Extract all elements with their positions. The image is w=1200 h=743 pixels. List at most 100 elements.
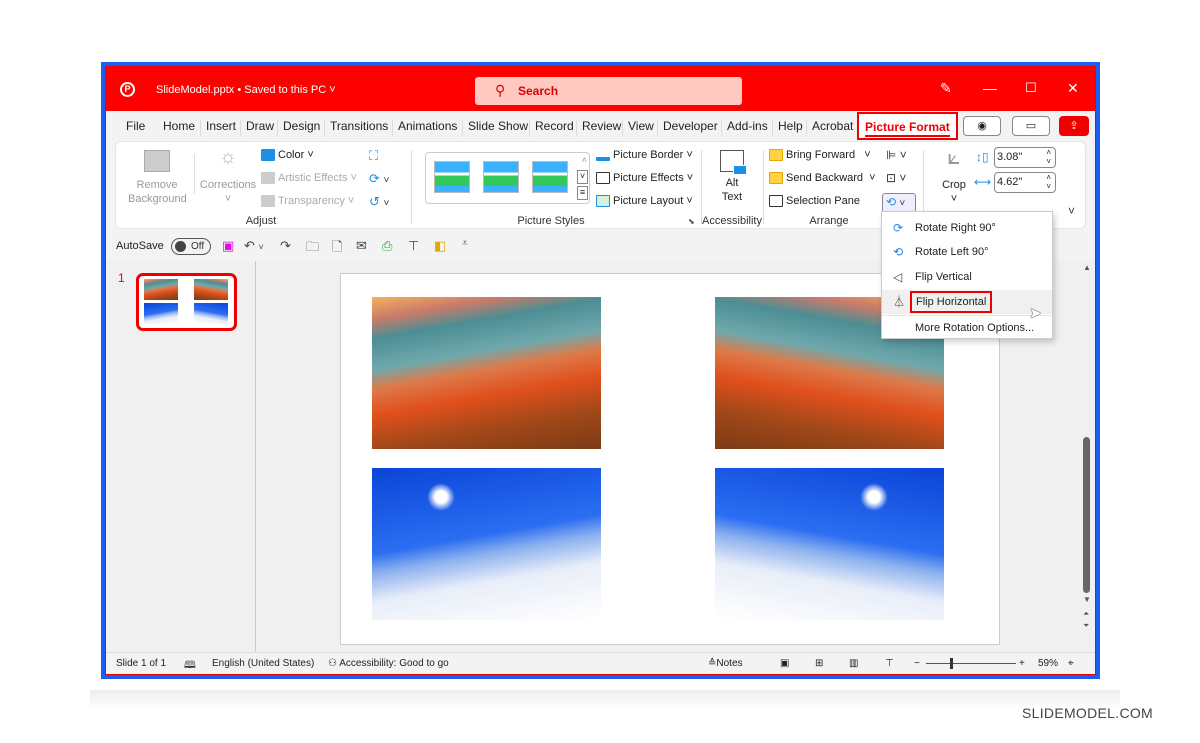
save-icon[interactable]: ▣ — [222, 238, 234, 254]
menu-item-rotate-left[interactable]: ⟲ Rotate Left 90° — [882, 240, 1052, 264]
redo-icon[interactable]: ↷ — [280, 238, 291, 254]
spinner-icon[interactable]: ˄ ˅ — [1046, 148, 1051, 166]
tab-review[interactable]: Review — [576, 119, 626, 137]
crop-button[interactable]: ⟀ Crop ˅ — [934, 144, 974, 206]
rotate-button[interactable]: ⟲ ˅ — [882, 193, 916, 213]
tab-add-ins[interactable]: Add-ins — [721, 119, 773, 137]
customize-qat-icon[interactable]: ⩡ — [462, 238, 468, 249]
close-button[interactable]: ✕ — [1067, 80, 1079, 97]
thumb-image-beach — [144, 279, 178, 300]
email-icon[interactable]: ✉ — [356, 238, 367, 254]
send-backward-button[interactable]: Send Backward ˅ — [769, 172, 876, 185]
zoom-slider-thumb[interactable] — [950, 658, 953, 669]
group-objects-button[interactable]: ⊡ ˅ — [886, 171, 906, 185]
zoom-level[interactable]: 59% — [1038, 658, 1058, 669]
tab-slide-show[interactable]: Slide Show — [462, 119, 533, 137]
fit-to-window-icon[interactable]: ⌖ — [1068, 658, 1074, 669]
rotate-right-icon: ⟳ — [893, 221, 904, 235]
collapse-ribbon-icon[interactable]: ˅ — [1068, 204, 1075, 218]
image-snow-flipped[interactable] — [715, 468, 944, 620]
open-folder-icon[interactable]: 🗀 — [306, 238, 319, 260]
tab-insert[interactable]: Insert — [200, 119, 241, 137]
picture-style-1[interactable] — [434, 161, 470, 193]
group-label-arrange: Arrange — [809, 215, 849, 227]
image-snow-original[interactable] — [372, 468, 601, 620]
zoom-slider[interactable] — [926, 658, 1016, 669]
picture-layout-button[interactable]: Picture Layout ˅ — [596, 195, 693, 208]
tab-acrobat[interactable]: Acrobat — [806, 119, 858, 137]
menu-item-flip-horizontal[interactable]: ⏃ Flip Horizontal — [882, 290, 1052, 314]
zoom-in-button[interactable]: + — [1019, 658, 1025, 669]
send-backward-label: Send Backward — [786, 172, 864, 184]
shape-icon[interactable]: ◧ — [434, 238, 446, 254]
window-shadow — [90, 690, 1120, 710]
menu-item-rotate-right[interactable]: ⟳ Rotate Right 90° — [882, 216, 1052, 240]
new-file-icon[interactable]: 🗋 — [332, 238, 342, 260]
group-label-accessibility: Accessibility — [702, 215, 762, 227]
accessibility-status[interactable]: ⚇ Accessibility: Good to go — [328, 658, 449, 669]
present-icon[interactable]: ⊤ — [408, 238, 419, 254]
crop-icon: ⟀ — [947, 144, 961, 169]
tab-home[interactable]: Home — [158, 119, 200, 137]
print-icon[interactable]: ⎙ — [382, 238, 392, 254]
share-button[interactable]: ⇪ — [1059, 116, 1089, 136]
autosave-toggle[interactable]: Off — [171, 238, 211, 255]
tab-developer[interactable]: Developer — [657, 119, 723, 137]
tab-file[interactable]: File — [121, 119, 150, 137]
pen-icon[interactable]: ✎ — [940, 80, 952, 97]
picture-border-button[interactable]: Picture Border ˅ — [596, 149, 693, 162]
tab-picture-format[interactable]: Picture Format — [857, 112, 958, 140]
maximize-button[interactable]: ☐ — [1025, 80, 1037, 96]
slide-show-icon[interactable]: ⊤ — [885, 658, 894, 669]
spelling-icon[interactable]: 🕮 — [184, 658, 196, 675]
minimize-button[interactable]: — — [983, 80, 997, 96]
language[interactable]: English (United States) — [212, 658, 314, 669]
flip-vertical-icon: ◁ — [893, 270, 903, 284]
tab-draw[interactable]: Draw — [240, 119, 279, 137]
scroll-up-icon[interactable]: ▲ — [1083, 263, 1091, 272]
menu-item-more-rotation-options[interactable]: More Rotation Options... — [882, 316, 1052, 340]
slide-thumbnail[interactable] — [136, 273, 237, 331]
tab-help[interactable]: Help — [772, 119, 808, 137]
gallery-scroll-up-icon[interactable]: ˄ — [582, 155, 587, 165]
menu-item-flip-vertical[interactable]: ◁ Flip Vertical — [882, 265, 1052, 289]
next-slide-icon[interactable]: ⏷ — [1083, 621, 1089, 631]
zoom-out-button[interactable]: − — [914, 658, 920, 669]
width-input[interactable]: 4.62" ˄ ˅ — [994, 172, 1056, 193]
search-box[interactable]: ⚲ Search — [475, 77, 742, 105]
document-title[interactable]: SlideModel.pptx • Saved to this PC ˅ — [156, 84, 336, 96]
comments-button[interactable]: ▭ — [1012, 116, 1050, 136]
picture-style-2[interactable] — [483, 161, 519, 193]
scrollbar-thumb[interactable] — [1083, 437, 1090, 593]
dialog-launcher-icon[interactable]: ⬊ — [688, 217, 695, 226]
gallery-scroll-down-icon[interactable]: ˅ — [577, 170, 588, 184]
spinner-icon[interactable]: ˄ ˅ — [1046, 173, 1051, 191]
tab-record[interactable]: Record — [529, 119, 579, 137]
tab-view[interactable]: View — [622, 119, 659, 137]
slide-sorter-icon[interactable]: ⊞ — [815, 658, 823, 669]
notes-button[interactable]: ≙Notes — [708, 658, 743, 669]
previous-slide-icon[interactable]: ⏶ — [1083, 609, 1089, 619]
tab-transitions[interactable]: Transitions — [324, 119, 393, 137]
normal-view-icon[interactable]: ▣ — [780, 658, 789, 669]
align-button[interactable]: ⊫ ˅ — [886, 148, 907, 162]
search-placeholder: Search — [518, 84, 559, 98]
height-input[interactable]: 3.08" ˄ ˅ — [994, 147, 1056, 168]
tab-design[interactable]: Design — [277, 119, 325, 137]
picture-effects-label: Picture Effects — [613, 172, 684, 184]
tab-animations[interactable]: Animations — [392, 119, 462, 137]
record-button[interactable]: ◉ — [963, 116, 1001, 136]
vertical-scrollbar[interactable]: ▲ ▼ ⏶ ⏷ — [1079, 261, 1095, 661]
slide-number: 1 — [118, 271, 125, 285]
selection-pane-icon — [769, 195, 783, 208]
picture-effects-button[interactable]: Picture Effects ˅ — [596, 172, 693, 185]
bring-forward-button[interactable]: Bring Forward ˅ — [769, 149, 871, 162]
undo-icon[interactable]: ↶ ˅ — [244, 238, 264, 254]
image-beach-original[interactable] — [372, 297, 601, 449]
gallery-more-icon[interactable]: ≡ — [577, 186, 588, 200]
selection-pane-button[interactable]: Selection Pane — [769, 195, 860, 208]
scroll-down-icon[interactable]: ▼ — [1083, 595, 1091, 604]
reading-view-icon[interactable]: ▥ — [849, 658, 858, 669]
picture-style-3[interactable] — [532, 161, 568, 193]
alt-text-button[interactable]: Alt Text — [712, 150, 752, 204]
